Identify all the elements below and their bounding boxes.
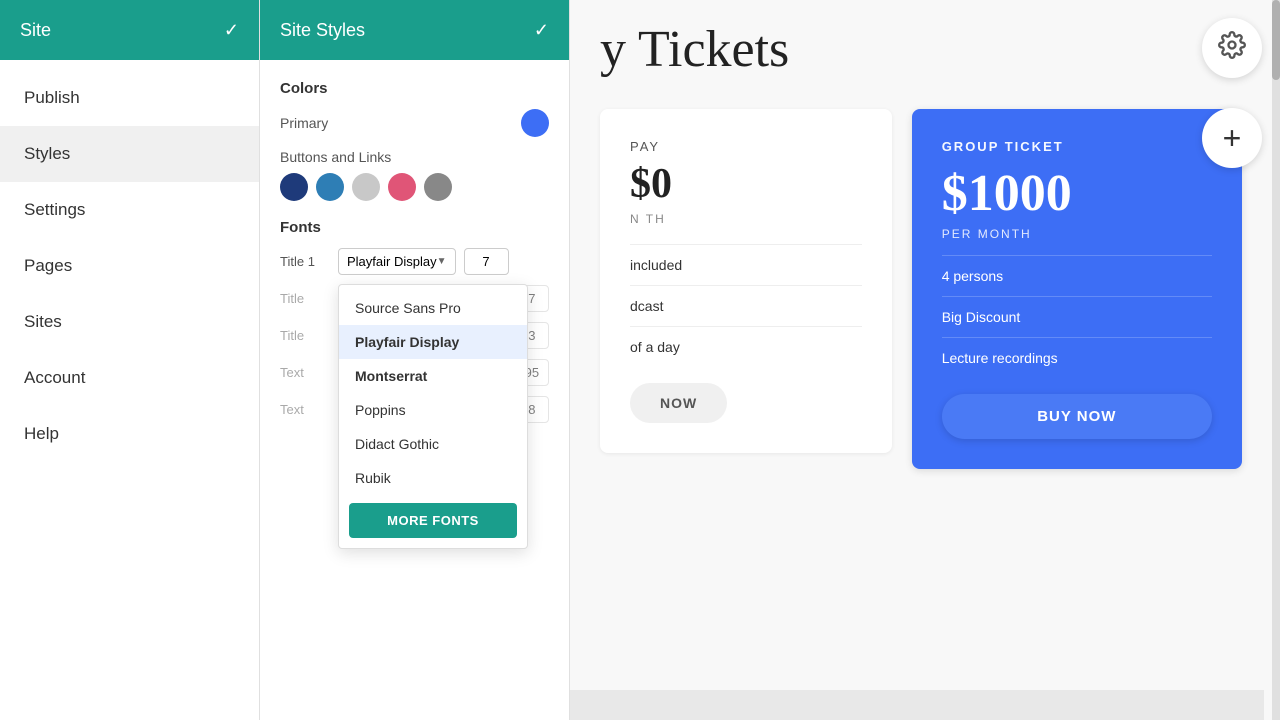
- blue-card-period: PER MONTH: [942, 227, 1212, 241]
- white-ticket-card: PAY $0 N TH included dcast of a day NOW: [600, 109, 892, 453]
- font-row-text2-label: Text: [280, 402, 330, 417]
- white-card-buy-pill: NOW: [630, 383, 727, 423]
- blue-card-price: $1000: [942, 164, 1212, 223]
- blue-card-feature-recordings: Lecture recordings: [942, 337, 1212, 378]
- white-card-feature-included: included: [630, 244, 862, 285]
- blue-card-feature-discount: Big Discount: [942, 296, 1212, 337]
- cards-area: PAY $0 N TH included dcast of a day NOW …: [570, 89, 1272, 489]
- blue-card-buy-button[interactable]: BUY NOW: [942, 394, 1212, 439]
- plus-icon: +: [1223, 122, 1242, 154]
- font-select-title1[interactable]: Playfair Display ▼: [338, 248, 456, 275]
- page-background: y Tickets PAY $0 N TH included dcast of …: [570, 0, 1272, 720]
- scrollbar[interactable]: [1272, 0, 1280, 720]
- styles-panel-title: Site Styles: [280, 20, 365, 41]
- primary-color-swatch[interactable]: [521, 109, 549, 137]
- primary-label: Primary: [280, 115, 328, 131]
- swatch-teal[interactable]: [316, 173, 344, 201]
- styles-panel-content: Colors Primary Buttons and Links Fonts T…: [260, 60, 569, 453]
- sidebar-item-sites[interactable]: Sites: [0, 294, 259, 350]
- blue-ticket-card: GROUP TICKET $1000 PER MONTH 4 persons B…: [912, 109, 1242, 469]
- sidebar-nav: Publish Styles Settings Pages Sites Acco…: [0, 60, 259, 462]
- plus-fab-button[interactable]: +: [1202, 108, 1262, 168]
- font-option-rubik[interactable]: Rubik: [339, 461, 527, 495]
- styles-panel-header: Site Styles ✓: [260, 0, 569, 60]
- swatch-lightgray[interactable]: [352, 173, 380, 201]
- scrollbar-thumb[interactable]: [1272, 0, 1280, 80]
- font-option-poppins[interactable]: Poppins: [339, 393, 527, 427]
- sidebar-item-settings[interactable]: Settings: [0, 182, 259, 238]
- more-fonts-button[interactable]: MORE FONTS: [349, 503, 517, 538]
- styles-check-icon[interactable]: ✓: [534, 20, 549, 41]
- buttons-links-label: Buttons and Links: [280, 149, 549, 165]
- white-card-period: N TH: [630, 212, 862, 226]
- font-row-text1-label: Text: [280, 365, 330, 380]
- primary-color-row: Primary: [280, 109, 549, 137]
- white-card-subtitle: PAY: [630, 139, 862, 154]
- sidebar-item-publish[interactable]: Publish: [0, 70, 259, 126]
- site-check-icon[interactable]: ✓: [224, 20, 239, 41]
- font-size-title1[interactable]: [464, 248, 509, 275]
- swatch-navy[interactable]: [280, 173, 308, 201]
- colors-section-title: Colors: [280, 80, 549, 97]
- font-option-source-sans-pro[interactable]: Source Sans Pro: [339, 291, 527, 325]
- font-option-didact-gothic[interactable]: Didact Gothic: [339, 427, 527, 461]
- font-option-playfair-display[interactable]: Playfair Display: [339, 325, 527, 359]
- blue-card-feature-persons: 4 persons: [942, 255, 1212, 296]
- swatch-pink[interactable]: [388, 173, 416, 201]
- site-label: Site: [20, 20, 51, 41]
- gear-fab-button[interactable]: [1202, 18, 1262, 78]
- font-row-title3-label: Title: [280, 328, 330, 343]
- sidebar-item-account[interactable]: Account: [0, 350, 259, 406]
- sidebar-item-help[interactable]: Help: [0, 406, 259, 462]
- main-content: y Tickets PAY $0 N TH included dcast of …: [570, 0, 1280, 720]
- sidebar-item-pages[interactable]: Pages: [0, 238, 259, 294]
- font-dropdown-menu: Source Sans Pro Playfair Display Montser…: [338, 284, 528, 549]
- fonts-section: Fonts Title 1 Playfair Display ▼ Source …: [280, 219, 549, 423]
- font-select-title1-wrapper: Playfair Display ▼ Source Sans Pro Playf…: [338, 248, 456, 275]
- swatch-gray[interactable]: [424, 173, 452, 201]
- font-row-title1: Title 1 Playfair Display ▼ Source Sans P…: [280, 248, 549, 275]
- white-card-price: $0: [630, 160, 862, 208]
- bottom-bar: [570, 690, 1264, 720]
- left-sidebar: Site ✓ Publish Styles Settings Pages Sit…: [0, 0, 260, 720]
- font-row-title2-label: Title: [280, 291, 330, 306]
- white-card-buy-button[interactable]: NOW: [630, 383, 727, 423]
- white-card-feature-day: of a day: [630, 326, 862, 367]
- tickets-heading: y Tickets: [570, 0, 1272, 89]
- font-row-title1-label: Title 1: [280, 254, 330, 269]
- fonts-section-title: Fonts: [280, 219, 549, 236]
- font-option-montserrat[interactable]: Montserrat: [339, 359, 527, 393]
- white-card-feature-dcast: dcast: [630, 285, 862, 326]
- gear-icon: [1218, 31, 1246, 66]
- font-select-arrow: ▼: [437, 256, 447, 267]
- blue-card-title: GROUP TICKET: [942, 139, 1212, 154]
- styles-panel: Site Styles ✓ Colors Primary Buttons and…: [260, 0, 570, 720]
- sidebar-header: Site ✓: [0, 0, 259, 60]
- font-select-title1-value: Playfair Display: [347, 254, 437, 269]
- buttons-links-swatches: [280, 173, 549, 201]
- sidebar-item-styles[interactable]: Styles: [0, 126, 259, 182]
